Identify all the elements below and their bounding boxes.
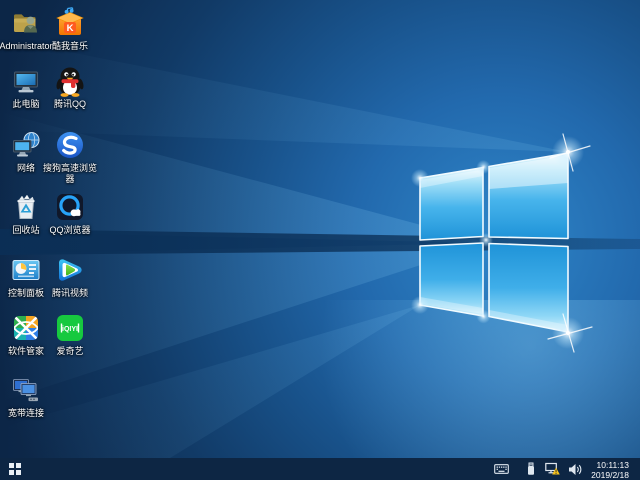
desktop-icon-label: 搜狗高速浏览器: [42, 163, 98, 185]
network-globe-monitor-icon: [10, 129, 42, 161]
taskbar: 10:11:13 2019/2/18: [0, 458, 640, 480]
desktop-icon-tencent-video[interactable]: 腾讯视频: [46, 254, 94, 299]
desktop-icon-qq-browser[interactable]: QQ浏览器: [46, 191, 94, 236]
tencent-qq-penguin-icon: [54, 65, 86, 97]
svg-text:iQIYI: iQIYI: [62, 326, 78, 333]
desktop-icon-broadband[interactable]: 宽带连接: [2, 374, 50, 419]
desktop-icon-label: 腾讯QQ: [42, 99, 98, 110]
broadband-connection-icon: [10, 374, 42, 406]
kuwo-music-icon: K: [54, 7, 86, 39]
desktop-icon-label: 酷我音乐: [42, 41, 98, 52]
desktop-icon-label: 爱奇艺: [42, 346, 98, 357]
taskbar-empty-area[interactable]: [30, 458, 490, 480]
desktop-icon-label: 腾讯视频: [42, 288, 98, 299]
svg-text:K: K: [67, 23, 74, 34]
touch-keyboard-icon[interactable]: [490, 458, 513, 480]
network-warning-icon[interactable]: [541, 458, 564, 480]
volume-icon[interactable]: [564, 458, 586, 480]
desktop-icon-sogou-browser[interactable]: 搜狗高速浏览器: [46, 129, 94, 185]
clock-time: 10:11:13: [591, 460, 629, 470]
usb-device-icon[interactable]: [521, 458, 541, 480]
sogou-browser-icon: [54, 129, 86, 161]
system-tray: 10:11:13 2019/2/18: [490, 458, 640, 480]
this-pc-monitor-icon: [10, 65, 42, 97]
software-manager-icon: [10, 312, 42, 344]
recycle-bin-icon: [10, 191, 42, 223]
clock-date: 2019/2/18: [591, 470, 629, 480]
desktop[interactable]: Administrator 此电脑 网络: [0, 0, 640, 458]
desktop-icon-tencent-qq[interactable]: 腾讯QQ: [46, 65, 94, 110]
iqiyi-icon: iQIYI: [54, 312, 86, 344]
desktop-icon-label: QQ浏览器: [42, 225, 98, 236]
administrator-user-folder-icon: [10, 7, 42, 39]
desktop-icon-label: 宽带连接: [0, 408, 54, 419]
desktop-icon-kuwo-music[interactable]: K 酷我音乐: [46, 7, 94, 52]
qq-browser-icon: [54, 191, 86, 223]
taskbar-clock[interactable]: 10:11:13 2019/2/18: [586, 459, 635, 480]
start-button[interactable]: [0, 458, 30, 480]
desktop-icon-iqiyi[interactable]: iQIYI 爱奇艺: [46, 312, 94, 357]
windows-logo-icon: [9, 463, 21, 475]
control-panel-icon: [10, 254, 42, 286]
tencent-video-icon: [54, 254, 86, 286]
